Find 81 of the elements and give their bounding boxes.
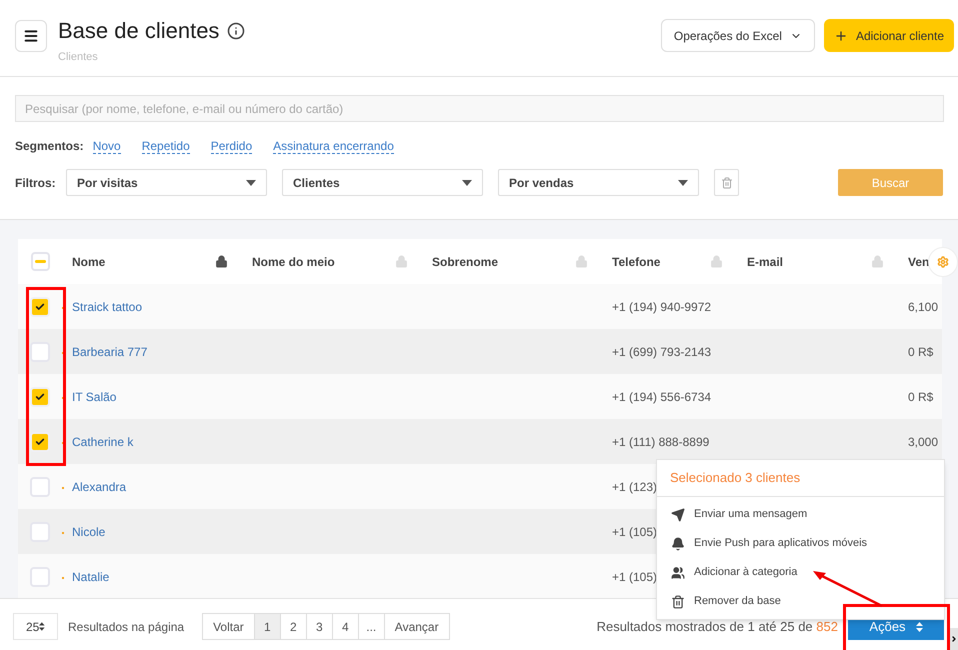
row-checkbox[interactable] [30, 432, 50, 452]
row-marker-icon [62, 576, 64, 578]
row-checkbox[interactable] [30, 342, 50, 362]
check-icon [35, 392, 45, 402]
row-checkbox[interactable] [30, 296, 50, 316]
column-header[interactable]: Sobrenome [432, 252, 498, 270]
menu-item[interactable]: Adicionar à categoria [657, 558, 944, 587]
menu-item[interactable]: Enviar uma mensagem [657, 500, 944, 529]
sales-cell: 0 R$ [908, 390, 934, 404]
segment-link[interactable]: Assinatura encerrando [273, 138, 394, 154]
users-icon [671, 566, 685, 580]
page-button[interactable]: 1 [254, 614, 281, 639]
column-header[interactable]: Nome do meio [252, 252, 335, 270]
column-header[interactable]: Telefone [612, 252, 660, 270]
chevron-right-icon [950, 634, 958, 644]
menu-button[interactable] [15, 20, 47, 52]
next-page-button[interactable]: Avançar [384, 614, 449, 639]
client-name-link[interactable]: IT Salão [72, 388, 116, 406]
client-name-link[interactable]: Natalie [72, 568, 110, 586]
row-checkbox[interactable] [30, 386, 50, 406]
column-header[interactable]: Ven [908, 252, 930, 270]
excel-operations-button[interactable]: Operações do Excel [660, 19, 815, 52]
filters-label: Filtros: [15, 174, 57, 192]
plus-icon [834, 28, 848, 42]
segments-label: Segmentos: [15, 138, 84, 155]
results-summary: Resultados mostrados de 1 até 25 de 852 [596, 618, 838, 636]
filter-select[interactable]: Clientes [282, 169, 483, 196]
page-size-select[interactable]: 25 [13, 613, 58, 640]
send-icon [671, 508, 685, 522]
client-name-link[interactable]: Alexandra [72, 478, 126, 496]
phone-cell: +1 (123) [612, 480, 658, 494]
caret-icon [462, 180, 472, 186]
phone-cell: +1 (194) 940-9972 [612, 300, 712, 314]
add-client-button[interactable]: Adicionar cliente [824, 19, 954, 52]
select-all-checkbox[interactable] [30, 252, 50, 271]
sales-cell: 0 R$ [908, 344, 934, 358]
sales-cell: 6,100 [908, 300, 938, 314]
page-size-label: Resultados na página [68, 618, 184, 636]
caret-icon [246, 180, 256, 186]
sort-arrows-icon [39, 622, 45, 631]
trash-icon [720, 176, 732, 188]
check-icon [35, 302, 45, 312]
row-checkbox[interactable] [30, 522, 50, 542]
trash-icon [671, 594, 685, 608]
phone-cell: +1 (194) 556-6734 [612, 390, 712, 404]
menu-icon [23, 28, 39, 44]
segment-link[interactable]: Repetido [142, 138, 190, 154]
filter-select[interactable]: Por vendas [498, 169, 699, 196]
info-icon[interactable] [227, 22, 246, 40]
bell-icon [671, 536, 685, 550]
client-name-link[interactable]: Barbearia 777 [72, 342, 148, 360]
caret-icon [678, 180, 688, 186]
side-tab[interactable] [950, 628, 958, 650]
settings-icon [937, 256, 949, 268]
phone-cell: +1 (105) [612, 524, 658, 538]
page-title: Base de clientes [58, 17, 220, 45]
search-field[interactable]: Pesquisar (por nome, telefone, e-mail ou número do cartão) [15, 95, 944, 122]
sales-cell: 3,000 [908, 434, 938, 448]
client-name-link[interactable]: Catherine k [72, 432, 134, 450]
filter-select[interactable]: Por visitas [66, 169, 267, 196]
client-name-link[interactable]: Nicole [72, 522, 106, 540]
phone-cell: +1 (105) [612, 570, 658, 584]
segment-link[interactable]: Perdido [210, 138, 252, 154]
row-checkbox[interactable] [30, 476, 50, 496]
menu-item[interactable]: Envie Push para aplicativos móveis [657, 529, 944, 558]
phone-cell: +1 (111) 888-8899 [612, 434, 710, 448]
row-checkbox[interactable] [30, 566, 50, 586]
row-marker-icon [62, 486, 64, 488]
clear-filters-button[interactable] [714, 169, 739, 196]
column-header[interactable]: E-mail [747, 252, 784, 270]
segment-link[interactable]: Novo [92, 138, 121, 154]
lock-icon[interactable] [215, 255, 228, 268]
selection-count: Selecionado 3 clientes [670, 469, 800, 488]
client-name-link[interactable]: Straick tattoo [72, 298, 142, 316]
breadcrumb: Clientes [58, 50, 99, 65]
phone-cell: +1 (699) 793-2143 [612, 344, 712, 358]
menu-item[interactable]: Remover da base [657, 587, 944, 616]
check-icon [35, 436, 45, 446]
column-header[interactable]: Nome [72, 252, 106, 270]
sort-arrows-icon [916, 622, 923, 632]
row-marker-icon [62, 532, 64, 534]
